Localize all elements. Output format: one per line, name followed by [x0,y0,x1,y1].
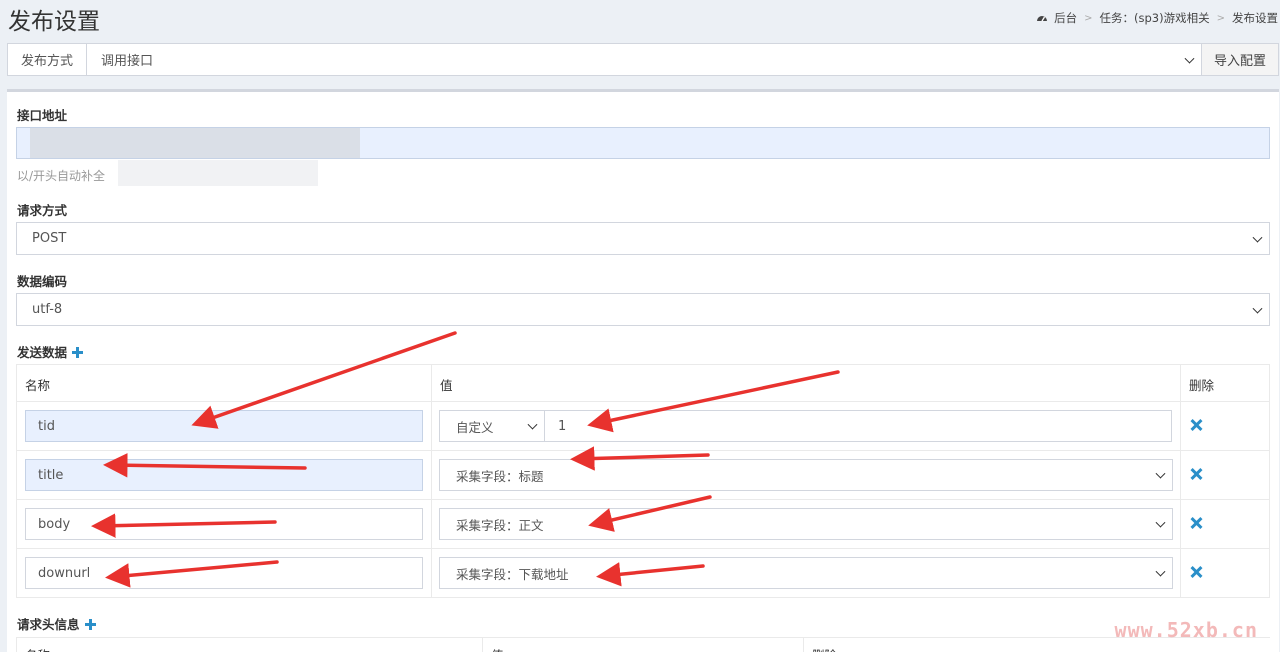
breadcrumb-task[interactable]: 任务：(sp3)游戏相关 [1100,10,1210,26]
table-border [16,597,1270,598]
param-type-select[interactable]: 自定义 [439,410,545,442]
chevron-down-icon [1155,517,1166,528]
add-send-data-icon[interactable] [72,347,84,358]
table-border [1180,364,1181,597]
chevron-down-icon [1155,468,1166,479]
publish-method-label: 发布方式 [8,44,87,75]
redacted-help-block [118,160,318,186]
data-encoding-select[interactable]: utf-8 [16,293,1270,326]
column-header-delete: 删除 [1189,378,1215,393]
table-border [482,637,483,652]
table-border [16,499,1270,500]
param-name-value: downurl [38,565,91,581]
breadcrumb-separator: > [1216,12,1225,24]
table-border [803,637,804,652]
breadcrumb: 后台 > 任务：(sp3)游戏相关 > 发布设置 [1036,10,1278,26]
data-encoding-value: utf-8 [32,302,63,317]
delete-row-icon[interactable] [1190,566,1202,578]
table-border [16,364,1270,365]
breadcrumb-separator: > [1084,12,1093,24]
header-column-name: 名称 [25,645,50,652]
delete-row-icon[interactable] [1190,517,1202,529]
publish-method-value: 调用接口 [101,54,154,69]
param-custom-value: 1 [558,418,567,434]
chevron-down-icon [1252,232,1263,243]
param-name-input[interactable]: title [25,459,423,491]
table-border [16,364,17,597]
dashboard-icon [1037,15,1048,21]
param-field-select[interactable]: 采集字段：下载地址 [439,557,1173,589]
param-name-value: body [38,516,71,532]
api-address-help: 以/开头自动补全 [17,169,106,183]
publish-method-select[interactable]: 调用接口 [87,44,1201,75]
param-name-input[interactable]: tid [25,410,423,442]
table-border [16,637,17,652]
add-header-icon[interactable] [84,619,96,630]
delete-row-icon[interactable] [1190,468,1202,480]
page-header: 发布设置 后台 > 任务：(sp3)游戏相关 > 发布设置 [0,0,1280,40]
api-address-label: 接口地址 [17,108,68,123]
send-data-label: 发送数据 [17,342,84,361]
chevron-down-icon [1184,53,1195,64]
param-name-value: tid [38,418,55,434]
column-header-value: 值 [440,378,453,393]
chevron-down-icon [1252,303,1263,314]
table-border [16,637,1270,638]
param-name-input[interactable]: body [25,508,423,540]
header-column-value: 值 [491,645,504,652]
param-field-select[interactable]: 采集字段：正文 [439,508,1173,540]
table-border [16,548,1270,549]
chevron-down-icon [527,419,538,430]
table-border [16,401,1270,402]
param-name-input[interactable]: downurl [25,557,423,589]
param-field-select[interactable]: 采集字段：标题 [439,459,1173,491]
redacted-url-block [30,128,360,158]
param-type-value: 自定义 [456,419,494,435]
request-method-value: POST [32,231,67,246]
param-name-value: title [38,467,64,483]
page-title: 发布设置 [8,9,100,35]
watermark: www.52xb.cn [1114,618,1258,642]
param-custom-value-input[interactable]: 1 [544,410,1172,442]
param-field-value: 采集字段：下载地址 [456,566,569,582]
request-headers-title: 请求头信息 [17,617,80,632]
param-field-value: 采集字段：标题 [456,468,544,484]
header-column-delete: 删除 [812,645,837,652]
request-method-select[interactable]: POST [16,222,1270,255]
delete-row-icon[interactable] [1190,419,1202,431]
param-field-value: 采集字段：正文 [456,517,544,533]
publish-method-bar: 发布方式 调用接口 导入配置 [7,43,1279,76]
breadcrumb-home[interactable]: 后台 [1054,10,1077,26]
request-headers-label: 请求头信息 [17,614,96,633]
table-border [16,450,1270,451]
column-header-name: 名称 [25,378,51,393]
table-border [431,364,432,597]
data-encoding-label: 数据编码 [17,274,68,289]
table-border [1269,364,1270,597]
send-data-title: 发送数据 [17,345,68,360]
request-method-label: 请求方式 [17,203,68,218]
chevron-down-icon [1155,566,1166,577]
import-config-button[interactable]: 导入配置 [1201,44,1278,75]
breadcrumb-current: 发布设置 [1232,11,1278,25]
